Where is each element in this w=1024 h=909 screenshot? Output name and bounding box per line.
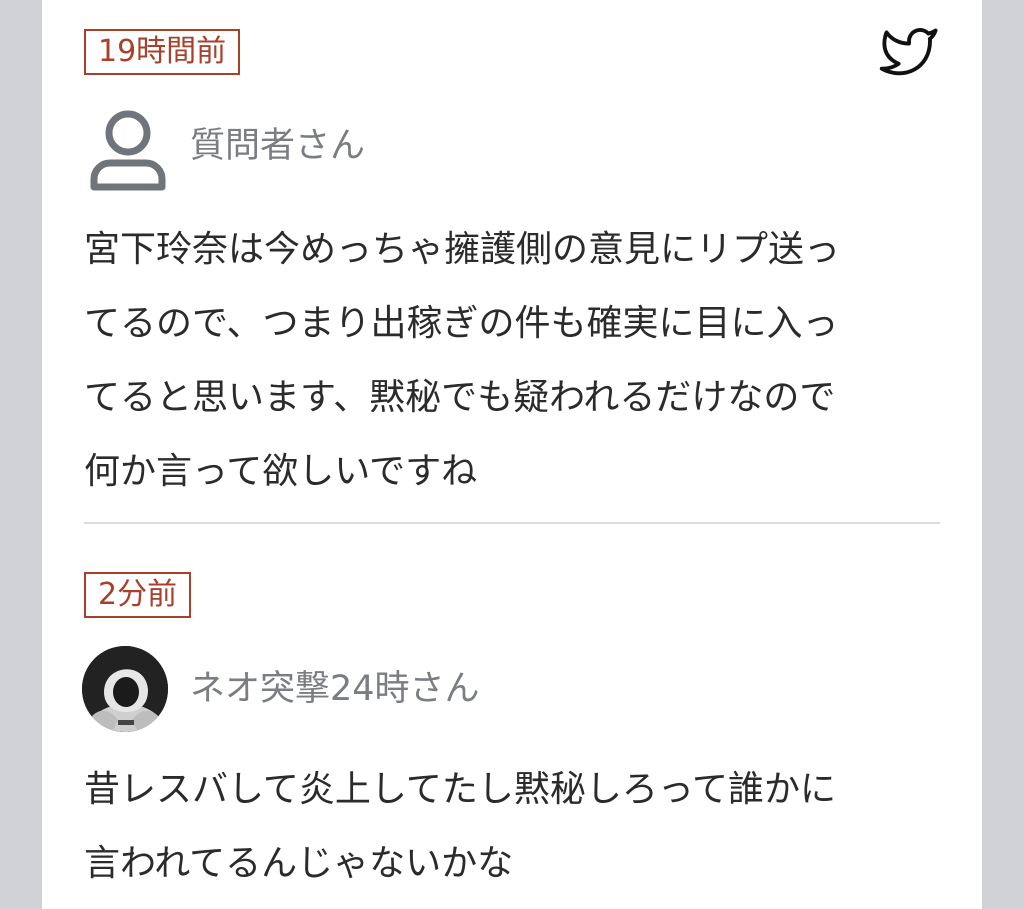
post-time-badge: 2分前 xyxy=(84,572,192,618)
comment-line: てると思います、黙秘でも疑われるだけなので xyxy=(84,377,836,418)
comment-card: 19時間前 質問者さん 宮下玲奈は今めっちゃ擁護側の意見にリプ送っ てるので、つ… xyxy=(42,0,982,909)
comment-line: 何か言って欲しいですね xyxy=(84,451,478,492)
comment-text: 昔レスバして炎上してたし黙秘しろって誰かに 言われてるんじゃないかな xyxy=(84,753,924,901)
comment-line: 昔レスバして炎上してたし黙秘しろって誰かに xyxy=(84,769,837,810)
twitter-icon[interactable] xyxy=(876,22,942,80)
hooded-figure-avatar xyxy=(82,646,168,732)
comment-line: 言われてるんじゃないかな xyxy=(84,843,514,884)
divider xyxy=(84,522,940,524)
username[interactable]: ネオ突撃24時さん xyxy=(190,667,480,711)
comment-line: 宮下玲奈は今めっちゃ擁護側の意見にリプ送っ xyxy=(84,229,841,270)
username[interactable]: 質問者さん xyxy=(190,124,365,168)
post-time-badge: 19時間前 xyxy=(84,29,241,75)
comment-text: 宮下玲奈は今めっちゃ擁護側の意見にリプ送っ てるので、つまり出稼ぎの件も確実に目… xyxy=(84,213,924,509)
comment-line: てるので、つまり出稼ぎの件も確実に目に入っ xyxy=(84,303,839,344)
user-outline-icon xyxy=(90,110,166,191)
user-avatar[interactable] xyxy=(82,646,168,732)
